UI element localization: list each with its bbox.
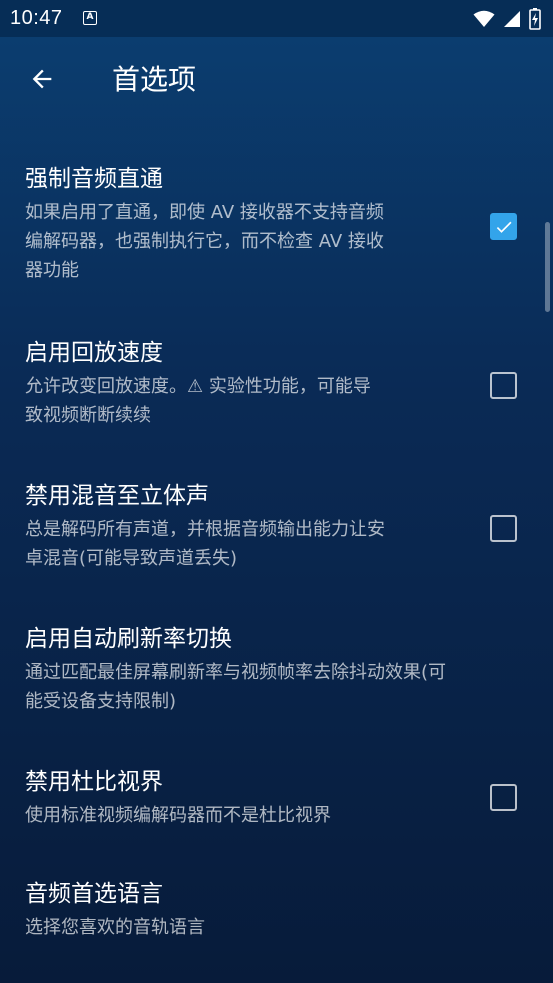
pref-title: 强制音频直通 [25,166,163,192]
notification-a-icon: A [83,11,97,25]
pref-summary: 如果启用了直通，即使 AV 接收器不支持音频 编解码器，也强制执行它，而不检查 … [25,202,384,281]
scrollbar[interactable] [545,222,550,312]
status-icons [473,8,541,30]
pref-auto-refresh-rate[interactable]: 启用自动刷新率切换 通过匹配最佳屏幕刷新率与视频帧率去除抖动效果(可 能受设备支… [0,624,553,724]
pref-summary: 通过匹配最佳屏幕刷新率与视频帧率去除抖动效果(可 能受设备支持限制) [25,662,447,712]
checkbox-disable-downmix-stereo[interactable] [490,515,517,542]
pref-summary: 允许改变回放速度。⚠ 实验性功能，可能导 致视频断断续续 [25,376,371,426]
pref-summary: 总是解码所有声道，并根据音频输出能力让安 卓混音(可能导致声道丢失) [25,519,385,569]
pref-title: 音频首选语言 [25,881,163,907]
app-bar: 首选项 [0,37,553,125]
pref-title: 启用自动刷新率切换 [25,626,232,652]
wifi-icon [473,10,495,27]
checkbox-force-audio-passthrough[interactable] [490,213,517,240]
back-button[interactable] [16,53,68,105]
pref-enable-playback-speed[interactable]: 启用回放速度 允许改变回放速度。⚠ 实验性功能，可能导 致视频断断续续 [0,338,553,438]
cellular-signal-icon [504,11,520,27]
pref-audio-preferred-language[interactable]: 音频首选语言 选择您喜欢的音轨语言 [0,879,553,949]
pref-title: 禁用混音至立体声 [25,483,209,509]
page-title: 首选项 [112,63,197,96]
pref-disable-downmix-stereo[interactable]: 禁用混音至立体声 总是解码所有声道，并根据音频输出能力让安 卓混音(可能导致声道… [0,481,553,581]
check-icon [496,221,511,233]
pref-force-audio-passthrough[interactable]: 强制音频直通 如果启用了直通，即使 AV 接收器不支持音频 编解码器，也强制执行… [0,164,553,294]
pref-title: 禁用杜比视界 [25,769,163,795]
arrow-back-icon [32,69,52,89]
pref-disable-dolby-vision[interactable]: 禁用杜比视界 使用标准视频编解码器而不是杜比视界 [0,767,553,837]
pref-title: 启用回放速度 [25,340,163,366]
status-bar: 10:47 A [0,0,553,37]
battery-charging-icon [529,8,541,30]
pref-summary: 使用标准视频编解码器而不是杜比视界 [25,805,331,826]
checkbox-enable-playback-speed[interactable] [490,372,517,399]
status-time: 10:47 [10,7,63,29]
pref-summary: 选择您喜欢的音轨语言 [25,917,205,938]
checkbox-disable-dolby-vision[interactable] [490,784,517,811]
